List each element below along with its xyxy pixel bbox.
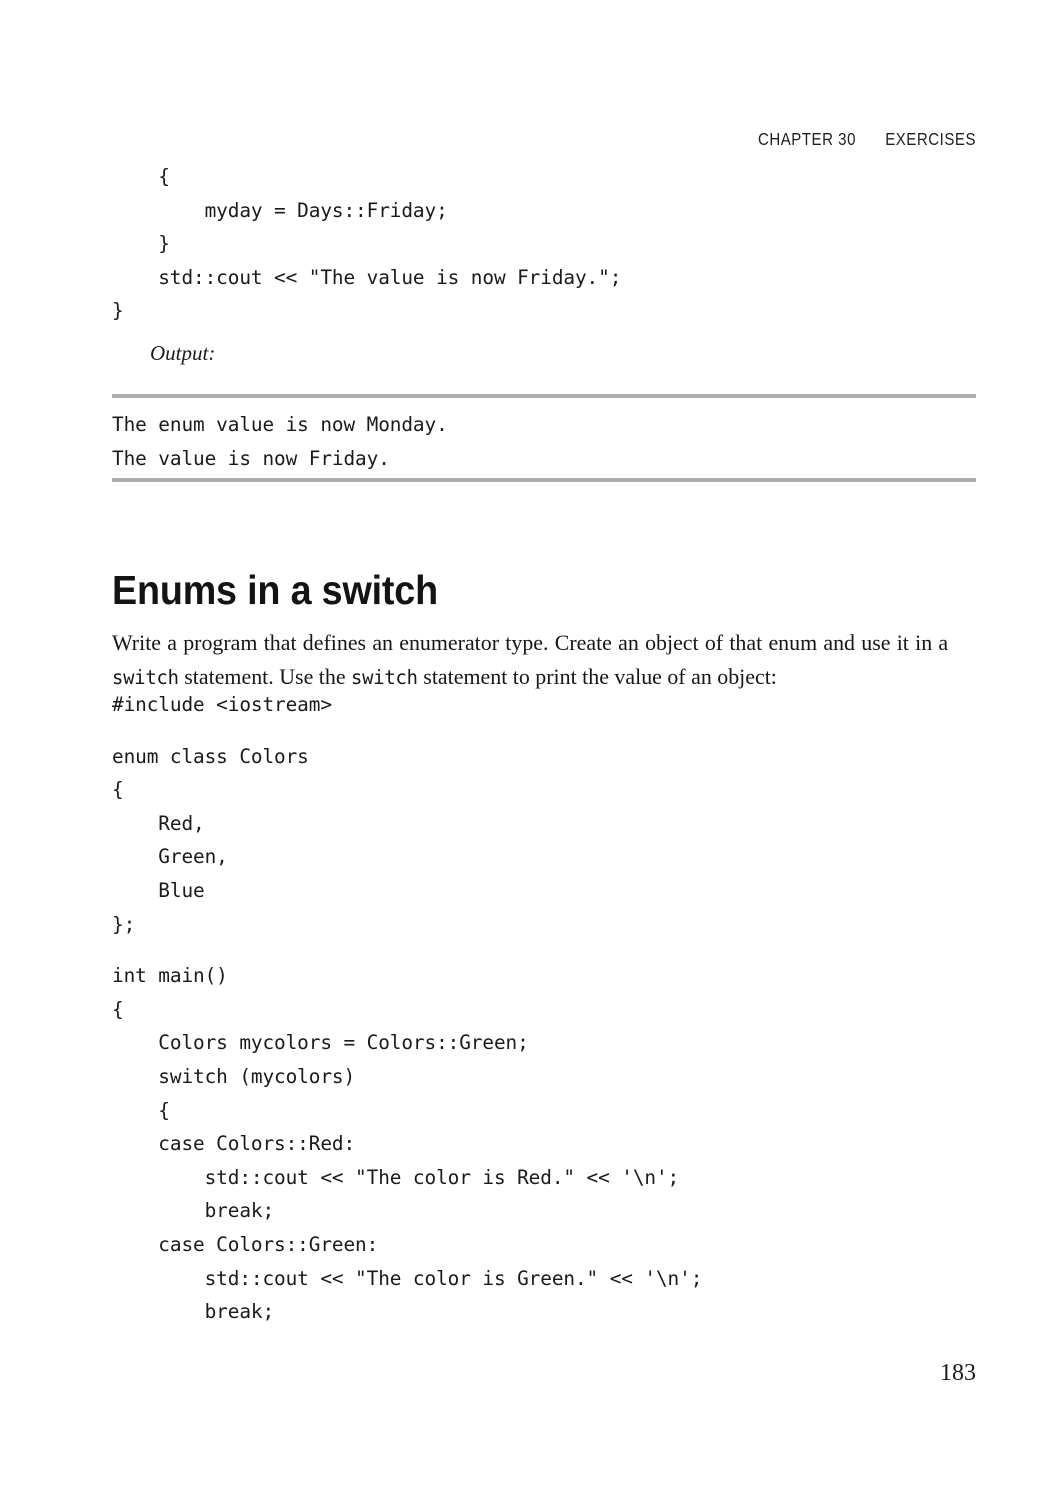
output-console-text: The enum value is now Monday. The value i…: [112, 408, 448, 475]
code-line: int main(): [112, 964, 228, 988]
inline-code-switch-1: switch: [112, 665, 179, 689]
code-block-main: #include <iostream> enum class Colors { R…: [112, 688, 702, 1329]
code-line: Colors mycolors = Colors::Green;: [112, 1031, 529, 1055]
page-number: 183: [940, 1360, 976, 1386]
inline-code-switch-2: switch: [351, 665, 418, 689]
output-line: The value is now Friday.: [112, 446, 390, 470]
code-line: };: [112, 912, 136, 936]
code-line: Red,: [112, 811, 205, 835]
code-line: std::cout << "The color is Green." << '\…: [112, 1266, 703, 1290]
code-line: {: [112, 1098, 170, 1122]
output-label: Output:: [150, 341, 216, 365]
code-line: {: [112, 778, 124, 802]
code-line: break;: [112, 1199, 275, 1223]
code-line: break;: [112, 1300, 275, 1324]
code-line: {: [112, 165, 170, 188]
code-block-continuation: { myday = Days::Friday; } std::cout << "…: [112, 160, 621, 328]
code-line: #include <iostream>: [112, 693, 332, 716]
code-line: {: [112, 997, 124, 1021]
code-line: switch (mycolors): [112, 1064, 356, 1088]
book-page: CHAPTER 30 EXERCISES { myday = Days::Frid…: [0, 0, 1050, 1500]
code-line: std::cout << "The value is now Friday.";: [112, 265, 622, 289]
instructions-part-2: statement. Use the: [178, 663, 352, 689]
page-title: Enums in a switch: [112, 567, 438, 614]
code-line: enum class Colors: [112, 744, 309, 768]
code-line: case Colors::Red:: [112, 1132, 356, 1156]
instructions-part-3: statement to print the value of an objec…: [417, 663, 777, 689]
output-rule-bottom: [112, 478, 976, 482]
running-header-section: EXERCISES: [885, 129, 976, 149]
exercise-instructions: Write a program that defines an enumerat…: [112, 626, 948, 695]
code-line: Green,: [112, 845, 228, 869]
code-line: myday = Days::Friday;: [112, 198, 448, 222]
code-line: }: [112, 299, 124, 323]
running-header-chapter: CHAPTER 30: [757, 129, 856, 149]
code-line: }: [112, 232, 170, 256]
instructions-part-1: Write a program that defines an enumerat…: [112, 629, 949, 655]
output-line: The enum value is now Monday.: [112, 413, 448, 436]
code-line: case Colors::Green:: [112, 1232, 379, 1256]
output-rule-top: [112, 394, 976, 398]
code-line: std::cout << "The color is Red." << '\n'…: [112, 1165, 680, 1189]
code-line: Blue: [112, 878, 205, 902]
